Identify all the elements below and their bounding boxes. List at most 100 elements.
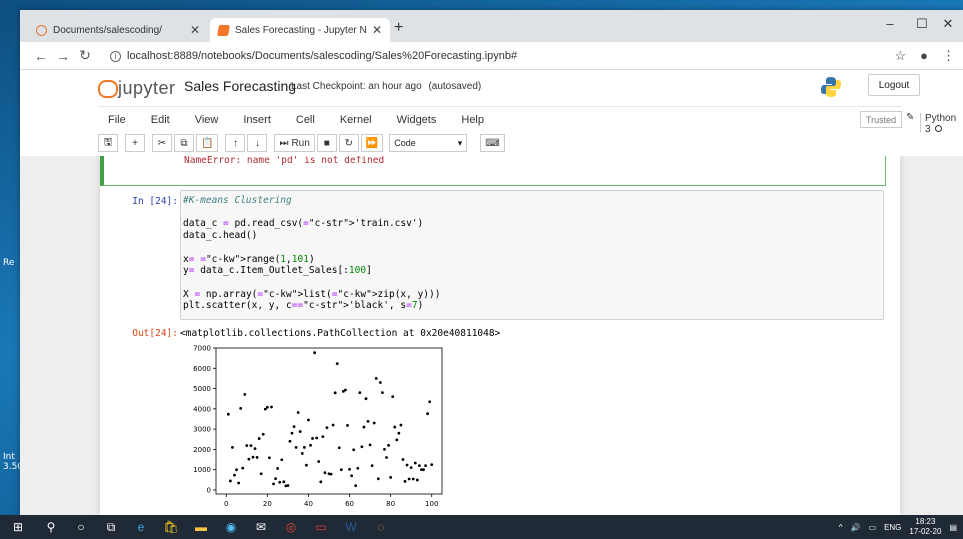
search-icon[interactable]: ⚲ [36,515,66,539]
forward-icon[interactable]: → [52,48,74,64]
url-field[interactable]: i localhost:8889/notebooks/Documents/sal… [110,42,517,70]
app-red-icon[interactable]: ▭ [306,515,336,539]
notebook-title[interactable]: Sales Forecasting [184,78,296,94]
scatter-point [245,444,249,447]
run-button[interactable]: ⏭ Run [274,134,315,152]
cut-icon[interactable]: ✂ [152,134,172,152]
menu-bar: File Edit View Insert Cell Kernel Widget… [20,106,963,135]
restart-icon[interactable]: ↻ [338,134,359,152]
app-icon[interactable]: ◉ [216,515,246,539]
scatter-point [292,425,296,429]
desktop-icon-label[interactable]: Int [3,452,15,462]
profile-icon[interactable]: ● [920,48,928,64]
network-icon[interactable]: ▭ [869,523,877,532]
scatter-point [329,472,333,476]
pencil-icon[interactable]: ✎ [906,112,914,123]
previous-cell[interactable]: NameError: name 'pd' is not defined [100,156,886,186]
menu-view[interactable]: View [195,114,219,126]
menu-file[interactable]: File [108,114,126,126]
scatter-point [253,447,257,451]
scatter-point [290,431,294,435]
y-tick-label: 6000 [193,365,211,373]
new-tab-button[interactable]: + [394,19,403,37]
jupyter-favicon-icon [217,24,230,36]
scatter-point [411,477,415,481]
input-prompt: In [24]: [132,196,178,207]
jupyter-header: jupyter Sales Forecasting Last Checkpoin… [20,70,963,106]
scatter-point [309,443,312,447]
cell-type-select[interactable]: Code ▾ [389,134,468,152]
scatter-point [383,447,386,451]
system-tray: ^ 🔊 ▭ ENG 18:23 17-02-20 ▤ [839,515,957,539]
move-up-icon[interactable]: ↑ [225,134,246,152]
mail-icon[interactable]: ✉ [246,515,276,539]
chrome-icon[interactable]: ◎ [276,515,306,539]
desktop-icon-label[interactable]: Re [3,258,14,268]
jupyter-logo[interactable]: jupyter [98,78,176,99]
keyboard-icon[interactable]: ⌨ [480,134,505,152]
edge-icon[interactable]: e [126,515,156,539]
language-indicator[interactable]: ENG [884,523,901,532]
scatter-point [335,362,339,366]
close-window-button[interactable]: ✕ [933,16,963,32]
x-tick-label: 80 [386,500,395,508]
scatter-point [389,475,393,479]
file-explorer-icon[interactable]: ▬ [186,515,216,539]
insert-cell-icon[interactable]: + [125,134,145,152]
scatter-point [430,463,434,466]
scatter-point [280,458,284,462]
x-tick-label: 100 [425,500,438,508]
scatter-point [257,437,261,440]
menu-kernel[interactable]: Kernel [340,114,372,126]
close-icon[interactable]: ✕ [372,23,382,37]
code-cell-editor[interactable]: #K-means Clustering data_c = pd.read_csv… [180,190,884,320]
move-down-icon[interactable]: ↓ [247,134,268,152]
scatter-point [305,463,308,467]
scatter-point [247,457,251,461]
scatter-point [344,388,347,392]
volume-icon[interactable]: 🔊 [851,523,861,532]
menu-edit[interactable]: Edit [151,114,170,126]
scatter-point [249,444,253,447]
plot-frame [215,347,443,495]
reload-icon[interactable]: ↻ [74,47,96,64]
notebook-area[interactable]: NameError: name 'pd' is not defined In [… [20,156,963,515]
bookmark-star-icon[interactable]: ☆ [894,48,906,64]
restart-run-all-icon[interactable]: ⏩ [360,134,384,152]
stop-icon[interactable]: ■ [316,134,337,152]
menu-dots-icon[interactable]: ⋮ [942,48,955,64]
jupyter-taskbar-icon[interactable]: ◌ [366,515,396,539]
address-bar: ← → ↻ i localhost:8889/notebooks/Documen… [20,42,963,70]
menu-cell[interactable]: Cell [296,114,315,126]
trusted-badge[interactable]: Trusted [860,111,903,128]
close-icon[interactable]: ✕ [190,23,200,37]
notifications-icon[interactable]: ▤ [949,523,957,532]
menu-insert[interactable]: Insert [243,114,271,126]
autosave-text: (autosaved) [428,81,482,92]
y-tick-label: 3000 [193,426,211,434]
menu-help[interactable]: Help [461,114,484,126]
back-icon[interactable]: ← [30,48,52,64]
scatter-point [241,466,245,470]
logout-button[interactable]: Logout [868,74,920,96]
windows-start-icon[interactable]: ⊞ [0,515,36,539]
word-icon[interactable]: W [336,515,366,539]
scatter-point [255,456,259,459]
clock[interactable]: 18:23 17-02-20 [909,517,941,537]
tab-title: Sales Forecasting - Jupyter Note [235,24,366,36]
scatter-point [348,467,351,471]
task-view-icon[interactable]: ⧉ [96,515,126,539]
copy-icon[interactable]: ⧉ [174,134,194,152]
scatter-point [317,460,321,463]
cortana-icon[interactable]: ○ [66,515,96,539]
chevron-up-icon[interactable]: ^ [839,523,843,532]
minimize-button[interactable]: – [875,16,905,31]
scatter-point [323,471,327,475]
info-icon[interactable]: i [110,50,121,62]
store-icon[interactable]: 🛍 [156,515,186,539]
tab-documents[interactable]: Documents/salescoding/ ✕ [28,18,208,42]
tab-sales-forecasting[interactable]: Sales Forecasting - Jupyter Note ✕ [210,18,390,42]
save-icon[interactable]: 🖫 [98,134,118,152]
paste-icon[interactable]: 📋 [196,134,219,152]
menu-widgets[interactable]: Widgets [397,114,437,126]
